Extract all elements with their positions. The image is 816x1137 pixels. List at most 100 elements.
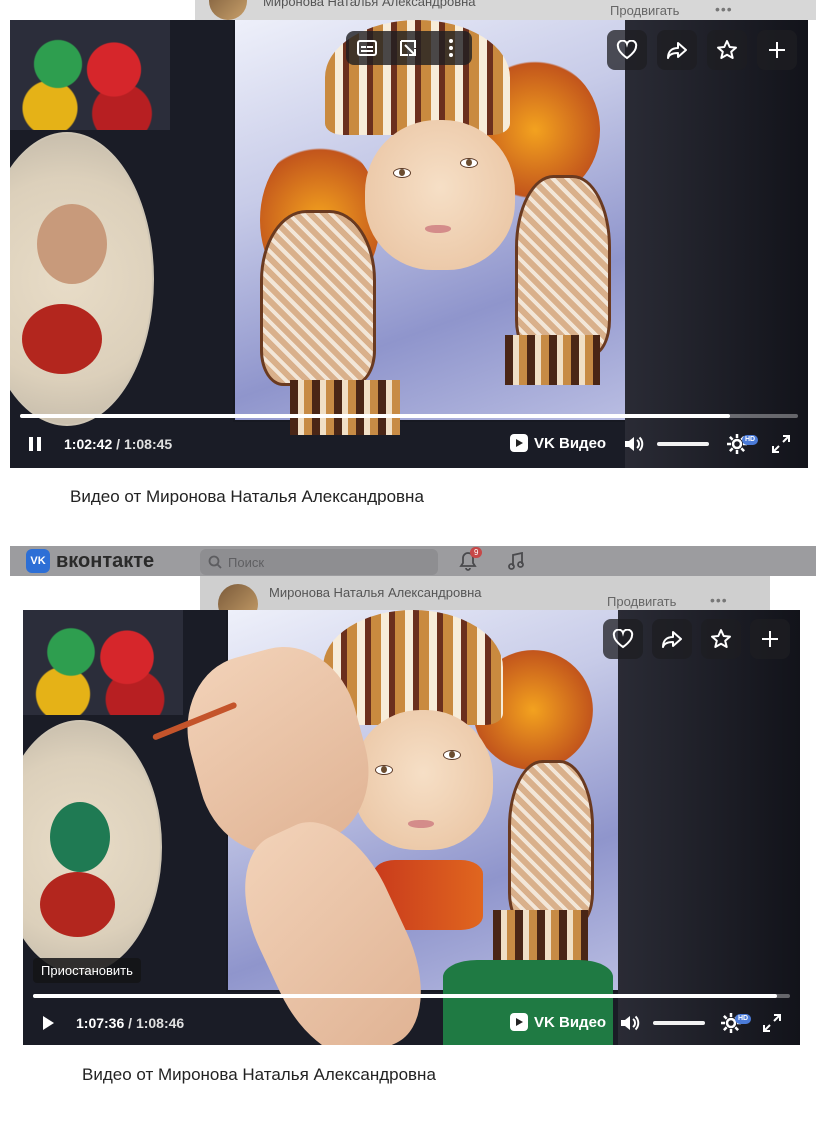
hd-badge: HD <box>735 1014 752 1024</box>
progress-fill <box>33 994 778 998</box>
cuff-right <box>493 910 588 965</box>
like-button[interactable] <box>603 619 643 659</box>
cuff-right <box>505 335 600 385</box>
volume-icon <box>621 1015 640 1031</box>
mitten-left <box>260 210 376 386</box>
vk-video-brand[interactable]: VK Видео <box>510 434 606 452</box>
fullscreen-icon <box>772 435 790 453</box>
vk-logo-text: вконтакте <box>56 549 155 572</box>
favorite-button[interactable] <box>707 30 747 70</box>
volume-button[interactable] <box>622 432 646 456</box>
play-icon <box>43 1016 54 1030</box>
add-button[interactable] <box>750 619 790 659</box>
music-note-icon <box>508 552 524 570</box>
pause-icon <box>29 437 41 451</box>
face <box>365 120 515 270</box>
total-time: 1:08:45 <box>123 436 173 452</box>
time-display: 1:02:42 / 1:08:45 <box>64 436 172 452</box>
progress-bar[interactable] <box>33 994 790 998</box>
vk-video-brand[interactable]: VK Видео <box>510 1013 606 1031</box>
heart-icon <box>612 629 634 649</box>
fullscreen-button[interactable] <box>760 1011 784 1035</box>
more-options-button[interactable]: ••• <box>710 592 728 608</box>
promote-link[interactable]: Продвигать <box>610 3 679 18</box>
star-icon <box>717 40 737 59</box>
author-name[interactable]: Миронова Наталья Александровна <box>269 585 482 600</box>
dark-right-area <box>625 20 808 468</box>
search-box[interactable]: Поиск <box>200 549 438 575</box>
like-button[interactable] <box>607 30 647 70</box>
mitten-right <box>508 760 594 926</box>
author-name[interactable]: Миронова Наталья Александровна <box>263 0 476 9</box>
picture-in-picture-icon <box>400 40 416 56</box>
mitten-right <box>515 175 611 356</box>
share-button[interactable] <box>652 619 692 659</box>
plus-icon <box>762 631 778 647</box>
pause-tooltip: Приостановить <box>33 958 141 983</box>
vk-video-logo-icon <box>510 434 528 452</box>
current-time: 1:02:42 <box>64 436 113 452</box>
search-icon <box>208 555 222 569</box>
video-caption: Видео от Миронова Наталья Александровна <box>82 1065 436 1084</box>
post-header-strip: Миронова Наталья Александровна Продвигат… <box>200 576 770 610</box>
palette-plate <box>23 720 162 974</box>
star-icon <box>711 629 731 648</box>
current-time: 1:07:36 <box>76 1015 125 1031</box>
share-button[interactable] <box>657 30 697 70</box>
vk-logo-icon: VK <box>26 549 50 573</box>
pip-button[interactable] <box>388 31 430 65</box>
paint-jars <box>10 20 170 130</box>
face <box>353 710 493 850</box>
time-separator: / <box>112 436 124 452</box>
share-arrow-icon <box>667 42 687 59</box>
more-button[interactable] <box>430 31 472 65</box>
volume-icon <box>625 436 644 452</box>
paint-jars <box>23 610 183 715</box>
heart-icon <box>616 40 638 60</box>
share-arrow-icon <box>662 631 682 648</box>
volume-slider[interactable] <box>653 1021 705 1025</box>
time-display: 1:07:36 / 1:08:46 <box>76 1015 184 1031</box>
brand-label: VK Видео <box>534 434 607 452</box>
notification-badge: 9 <box>470 547 483 558</box>
vk-header: VK вконтакте Поиск 9 <box>10 546 816 576</box>
promote-link[interactable]: Продвигать <box>607 594 676 609</box>
add-button[interactable] <box>757 30 797 70</box>
video-frame <box>10 20 808 468</box>
cuff-left <box>290 380 400 435</box>
palette-plate <box>10 132 154 426</box>
author-avatar[interactable] <box>218 584 258 610</box>
vk-video-logo-icon <box>510 1013 528 1031</box>
top-controls <box>346 31 472 65</box>
author-avatar[interactable] <box>209 0 247 20</box>
pause-button[interactable] <box>23 432 47 456</box>
notifications-button[interactable]: 9 <box>456 547 483 572</box>
dark-right-area <box>618 610 800 1045</box>
total-time: 1:08:46 <box>135 1015 185 1031</box>
vk-logo[interactable]: VK вконтакте <box>26 549 154 573</box>
progress-bar[interactable] <box>20 414 798 418</box>
progress-fill <box>20 414 730 418</box>
more-vertical-icon <box>449 39 453 57</box>
time-separator: / <box>124 1015 136 1031</box>
brand-label: VK Видео <box>534 1013 607 1031</box>
more-options-button[interactable]: ••• <box>715 1 733 17</box>
plus-icon <box>769 42 785 58</box>
subtitles-button[interactable] <box>346 31 388 65</box>
fullscreen-button[interactable] <box>769 432 793 456</box>
music-button[interactable] <box>504 550 528 572</box>
favorite-button[interactable] <box>701 619 741 659</box>
screenshot-2: VK вконтакте Поиск 9 Миронова Наталья Ал… <box>10 546 816 1091</box>
fullscreen-icon <box>763 1014 781 1032</box>
post-header-strip: Миронова Наталья Александровна Продвигат… <box>195 0 816 20</box>
volume-button[interactable] <box>618 1011 642 1035</box>
video-player[interactable]: Приостановить 1:07:36 / 1:08:46 VK Видео… <box>23 610 800 1045</box>
video-caption: Видео от Миронова Наталья Александровна <box>70 487 424 505</box>
subtitles-icon <box>357 40 377 56</box>
video-player[interactable]: 1:02:42 / 1:08:45 VK Видео HD <box>10 20 808 468</box>
volume-slider[interactable] <box>657 442 709 446</box>
screenshot-1: Миронова Наталья Александровна Продвигат… <box>0 0 816 505</box>
play-button[interactable] <box>36 1011 60 1035</box>
sweater <box>443 960 613 1045</box>
hd-badge: HD <box>742 435 759 445</box>
